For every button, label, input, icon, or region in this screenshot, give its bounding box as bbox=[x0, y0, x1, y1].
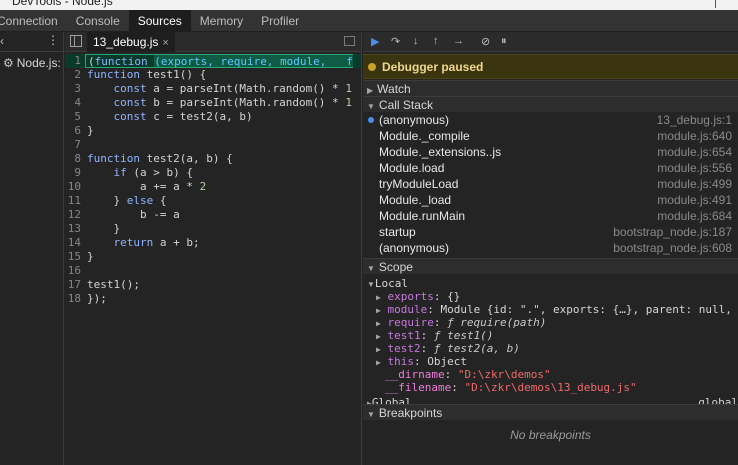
code-line: 2 function test1() { bbox=[74, 68, 207, 81]
paused-text: Debugger paused bbox=[382, 59, 484, 74]
tab-console[interactable]: Console bbox=[67, 10, 129, 32]
code-line: 6} bbox=[74, 124, 94, 137]
code-line: 13 } bbox=[67, 222, 121, 235]
code-line: 11 } else { bbox=[67, 194, 167, 207]
call-frame[interactable]: Module._compile module.js:640 bbox=[363, 128, 738, 144]
code-lines[interactable]: 1 (function (exports, require, module, __… bbox=[65, 54, 361, 306]
maximize-button[interactable] bbox=[694, 0, 738, 10]
call-frame[interactable]: Module._extensions..js module.js:654 bbox=[363, 144, 738, 160]
deactivate-breakpoints-icon[interactable]: ⊘ bbox=[481, 35, 490, 48]
window-title-bar: DevTools - Node.js bbox=[0, 0, 738, 10]
scope-variable[interactable]: __dirname: "D:\zkr\demos" bbox=[385, 368, 551, 381]
code-line: 3 const a = parseInt(Math.random() * 1 bbox=[74, 82, 352, 95]
scope-label: Scope bbox=[378, 260, 413, 274]
tab-sources[interactable]: Sources bbox=[128, 10, 191, 32]
triangle-right-icon: ▶ bbox=[376, 358, 381, 367]
call-stack-label: Call Stack bbox=[378, 98, 433, 112]
triangle-right-icon: ▶ bbox=[367, 86, 374, 95]
code-line: 14 return a + b; bbox=[67, 236, 200, 249]
minimize-button[interactable] bbox=[650, 0, 694, 10]
triangle-right-icon: ▶ bbox=[376, 319, 381, 328]
step-icon[interactable]: → bbox=[453, 35, 464, 47]
paused-icon bbox=[368, 62, 376, 71]
scope-section-header[interactable]: ▼ Scope bbox=[363, 258, 738, 274]
debugger-sidebar: ▶︎ ↷ ↓ ↑ → ⊘ ⏸ Debugger paused ▶ Watch ▼ C… bbox=[363, 32, 738, 465]
call-frame[interactable]: Module.load module.js:556 bbox=[363, 160, 738, 176]
scope-variable[interactable]: ▶ this: Object bbox=[376, 355, 467, 368]
call-frame[interactable]: (anonymous) bootstrap_node.js:608 bbox=[363, 240, 738, 256]
code-line: 7 bbox=[74, 138, 81, 151]
call-frame[interactable]: Module.runMain module.js:684 bbox=[363, 208, 738, 224]
call-frame[interactable]: startup bootstrap_node.js:187 bbox=[363, 224, 738, 240]
step-out-icon[interactable]: ↑ bbox=[433, 35, 439, 47]
scope-variable[interactable]: ▶ require: ƒ require(path) bbox=[376, 316, 546, 329]
triangle-down-icon: ▼ bbox=[367, 410, 375, 419]
tab-profiler[interactable]: Profiler bbox=[252, 10, 308, 32]
triangle-down-icon: ▼ bbox=[367, 102, 375, 111]
close-icon[interactable]: × bbox=[162, 37, 168, 49]
more-options-icon[interactable]: ⋮ bbox=[47, 33, 59, 47]
navigator-item-nodejs[interactable]: ⚙ Node.js: f bbox=[3, 56, 63, 70]
tab-memory[interactable]: Memory bbox=[191, 10, 252, 32]
tab-connection[interactable]: Connection bbox=[0, 10, 67, 32]
scope-variable[interactable]: ▶ module: Module {id: ".", exports: {…},… bbox=[376, 303, 738, 316]
code-line: 10 a += a * 2 bbox=[67, 180, 207, 193]
triangle-down-icon: ▼ bbox=[367, 264, 375, 273]
window-title: DevTools - Node.js bbox=[12, 0, 113, 8]
file-navigator: ‹ ⋮ ⚙ Node.js: f bbox=[0, 32, 64, 465]
triangle-right-icon: ▶ bbox=[376, 306, 381, 315]
editor-tab-label: 13_debug.js bbox=[93, 35, 159, 49]
editor-tab-bar: 13_debug.js × bbox=[65, 32, 361, 52]
scope-local-header[interactable]: ▼Local bbox=[367, 277, 408, 290]
watch-label: Watch bbox=[377, 82, 411, 96]
call-stack-section-header[interactable]: ▼ Call Stack bbox=[363, 96, 738, 112]
code-line: 9 if (a > b) { bbox=[74, 166, 193, 179]
code-line: 8 function test2(a, b) { bbox=[74, 152, 233, 165]
step-into-icon[interactable]: ↓ bbox=[413, 35, 419, 47]
call-frame[interactable]: (anonymous) 13_debug.js:1 bbox=[363, 112, 738, 128]
code-line: 5 const c = test2(a, b) bbox=[74, 110, 253, 123]
gear-icon: ⚙ bbox=[3, 56, 14, 70]
call-frame[interactable]: tryModuleLoad module.js:499 bbox=[363, 176, 738, 192]
debugger-paused-banner: Debugger paused bbox=[363, 54, 738, 79]
triangle-right-icon: ▶ bbox=[376, 332, 381, 341]
scope-variable[interactable]: ▶ exports: {} bbox=[376, 290, 460, 303]
code-line: 17 test1(); bbox=[67, 278, 140, 291]
code-line: 16 bbox=[67, 264, 81, 277]
triangle-right-icon: ▶ bbox=[376, 293, 381, 302]
toggle-navigator-icon[interactable] bbox=[70, 35, 82, 47]
debugger-toolbar: ▶︎ ↷ ↓ ↑ → ⊘ ⏸ bbox=[363, 32, 738, 52]
scope-variable[interactable]: ▶ test2: ƒ test2(a, b) bbox=[376, 342, 520, 355]
code-line: 15} bbox=[67, 250, 94, 263]
breakpoints-section-header[interactable]: ▼ Breakpoints bbox=[363, 404, 738, 420]
code-line: 4 const b = parseInt(Math.random() * 1 bbox=[74, 96, 352, 109]
watch-section-header[interactable]: ▶ Watch bbox=[363, 80, 738, 96]
breakpoints-label: Breakpoints bbox=[378, 406, 443, 420]
toggle-debugger-icon[interactable] bbox=[344, 36, 355, 46]
chevron-left-icon[interactable]: ‹ bbox=[0, 34, 4, 48]
triangle-right-icon: ▶ bbox=[376, 345, 381, 354]
pause-on-exceptions-icon[interactable]: ⏸ bbox=[501, 35, 507, 48]
main-tab-bar: Connection Console Sources Memory Profil… bbox=[0, 10, 738, 32]
code-line: 1 (function (exports, require, module, __… bbox=[65, 54, 361, 68]
code-line: 12 b -= a bbox=[67, 208, 180, 221]
window-controls bbox=[650, 0, 738, 10]
triangle-down-icon: ▼ bbox=[367, 280, 375, 289]
resume-icon[interactable]: ▶︎ bbox=[371, 35, 379, 48]
no-breakpoints-text: No breakpoints bbox=[510, 428, 591, 442]
navigator-item-label: Node.js: f bbox=[16, 56, 63, 70]
code-editor: 13_debug.js × 1 (function (exports, requir… bbox=[65, 32, 362, 465]
navigator-toolbar: ‹ ⋮ bbox=[0, 32, 63, 52]
code-line: 18}); bbox=[67, 292, 107, 305]
step-over-icon[interactable]: ↷ bbox=[391, 35, 400, 48]
scope-variable[interactable]: ▶ test1: ƒ test1() bbox=[376, 329, 493, 342]
call-frame[interactable]: Module._load module.js:491 bbox=[363, 192, 738, 208]
editor-tab-13-debug[interactable]: 13_debug.js × bbox=[87, 32, 175, 52]
scope-variable[interactable]: __filename: "D:\zkr\demos\13_debug.js" bbox=[385, 381, 637, 394]
